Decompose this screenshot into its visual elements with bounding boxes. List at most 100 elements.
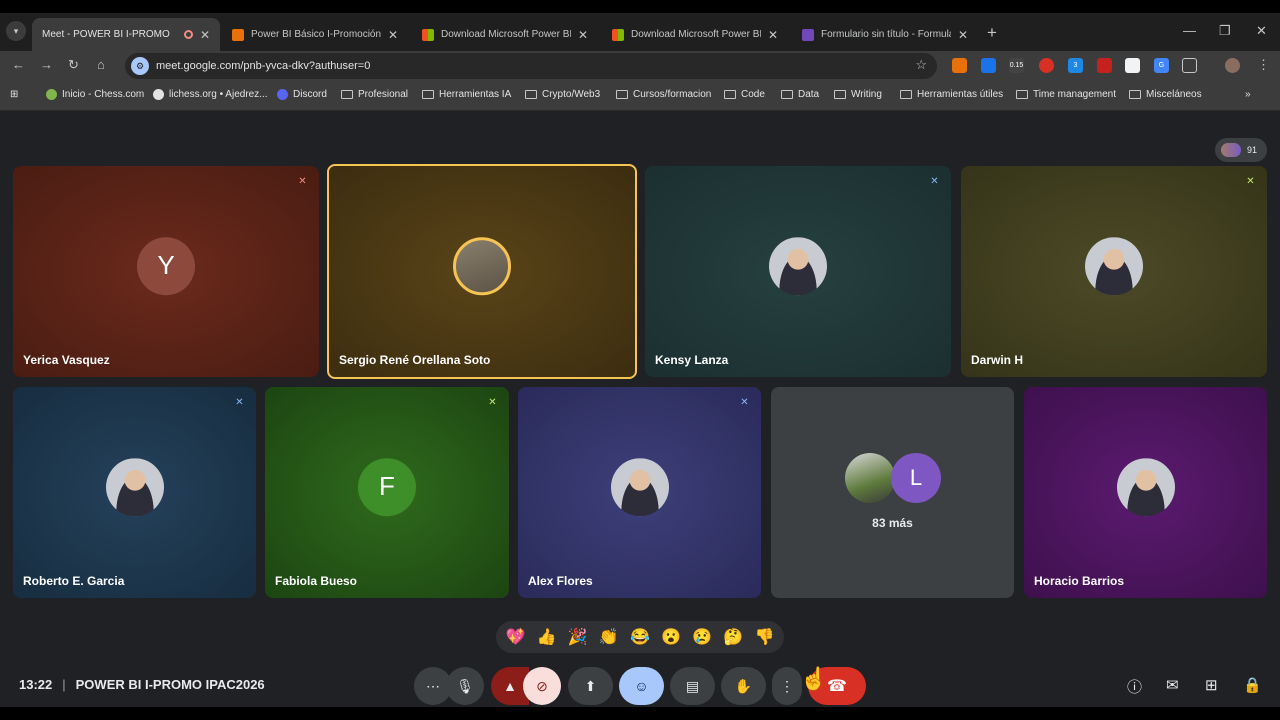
folder-icon: [1129, 90, 1141, 99]
profile-avatar[interactable]: [1225, 58, 1240, 73]
tab-search-icon[interactable]: ▾: [6, 21, 26, 41]
menu-kebab-icon[interactable]: ⋮: [1257, 57, 1270, 73]
tab-strip: ▾ Meet - POWER BI I-PROMO ✕ Power BI Bás…: [0, 13, 1280, 707]
more-bookmarks-icon[interactable]: »: [1245, 89, 1251, 100]
captions-button[interactable]: ▤: [670, 667, 715, 705]
close-icon[interactable]: ✕: [958, 28, 968, 42]
participant-tile[interactable]: ✕ Alex Flores: [518, 387, 761, 598]
reaction-thumbs-up[interactable]: 👍: [537, 627, 557, 647]
microphone-button[interactable]: 🎙: [446, 667, 484, 705]
bookmark-label: Code: [741, 89, 765, 100]
reactions-bar: 💖 👍 🎉 👏 😂 😮 😢 🤔 👎: [496, 621, 784, 653]
extension-heart-icon[interactable]: [1097, 58, 1112, 73]
bookmark-discord[interactable]: Discord: [277, 89, 327, 100]
reactions-button[interactable]: ☺: [619, 667, 664, 705]
extension-stop-icon[interactable]: [1039, 58, 1054, 73]
course-favicon-icon: [232, 28, 244, 41]
bookmark-label: Cursos/formacion: [633, 89, 712, 100]
bookmarks-bar: ⊞ Inicio - Chess.com lichess.org • Ajedr…: [0, 81, 1280, 111]
emoji-icon: ☺: [634, 678, 649, 694]
avatar: [1116, 457, 1175, 516]
raise-hand-button[interactable]: ✋: [721, 667, 766, 705]
mic-icon: 🎙: [456, 677, 474, 694]
meeting-details-icon[interactable]: ⓘ: [1127, 676, 1142, 697]
participant-tile[interactable]: ✕ Roberto E. Garcia: [13, 387, 256, 598]
bookmark-folder-crypto[interactable]: Crypto/Web3: [525, 89, 600, 100]
close-icon[interactable]: ✕: [768, 28, 778, 42]
participant-tile[interactable]: ✕ Darwin H: [961, 166, 1267, 377]
reaction-thinking[interactable]: 🤔: [723, 627, 743, 647]
tab-meet[interactable]: Meet - POWER BI I-PROMO ✕: [32, 18, 1280, 707]
more-options-button[interactable]: ⋮: [772, 667, 802, 705]
participant-tile[interactable]: ✕ Kensy Lanza: [645, 166, 951, 377]
bookmark-folder-data[interactable]: Data: [781, 89, 819, 100]
address-bar[interactable]: ⚙ meet.google.com/pnb-yvca-dkv?authuser=…: [125, 53, 937, 79]
forward-icon[interactable]: →: [40, 57, 53, 72]
folder-icon: [341, 90, 353, 99]
host-controls-icon[interactable]: 🔒: [1243, 676, 1262, 694]
participant-tile-active-speaker[interactable]: Sergio René Orellana Soto: [327, 164, 637, 379]
close-window-icon[interactable]: ✕: [1256, 23, 1267, 39]
tab-powerbi-basico[interactable]: Power BI Básico I-Promoción IP ✕: [222, 18, 408, 51]
bookmark-label: Herramientas útiles: [917, 89, 1004, 100]
bookmark-folder-herramientas-ia[interactable]: Herramientas IA: [422, 89, 511, 100]
extension-fox-icon[interactable]: [952, 58, 967, 73]
participants-chip[interactable]: 91: [1215, 138, 1267, 162]
reaction-surprised[interactable]: 😮: [661, 627, 681, 647]
bookmark-lichess[interactable]: lichess.org • Ajedrez...: [153, 89, 268, 100]
home-icon[interactable]: ⌂: [97, 57, 105, 72]
bookmark-star-icon[interactable]: ☆: [915, 57, 927, 73]
camera-off-button[interactable]: ⊘: [523, 667, 561, 705]
bookmark-chess[interactable]: Inicio - Chess.com: [46, 89, 144, 100]
reload-icon[interactable]: ↻: [68, 57, 79, 73]
participant-tile[interactable]: ✕ Y Yerica Vasquez: [13, 166, 319, 377]
participant-tile[interactable]: ✕ F Fabiola Bueso: [265, 387, 509, 598]
extension-speed-icon[interactable]: 0.15: [1009, 58, 1024, 73]
close-icon[interactable]: ✕: [388, 28, 398, 42]
activities-grid-icon[interactable]: ⊞: [1205, 676, 1218, 694]
tab-download-2[interactable]: Download Microsoft Power BI D ✕: [602, 18, 788, 51]
new-tab-icon[interactable]: +: [987, 23, 997, 43]
restore-icon[interactable]: ❐: [1219, 23, 1231, 39]
chat-icon[interactable]: ✉: [1166, 676, 1179, 694]
reaction-sad[interactable]: 😢: [692, 627, 712, 647]
site-info-icon[interactable]: ⚙: [131, 57, 149, 75]
participant-name: Kensy Lanza: [655, 353, 729, 367]
present-screen-button[interactable]: ⬆: [568, 667, 613, 705]
close-icon[interactable]: ✕: [578, 28, 588, 42]
avatar: [845, 453, 895, 503]
tab-forms[interactable]: Formulario sin título - Formular ✕: [792, 18, 978, 51]
minimize-icon[interactable]: —: [1183, 23, 1196, 38]
bookmark-folder-miscelaneos[interactable]: Misceláneos: [1129, 89, 1202, 100]
reaction-clapping[interactable]: 👏: [599, 627, 619, 647]
participant-name: Sergio René Orellana Soto: [339, 353, 491, 367]
extension-puzzle-blue-icon[interactable]: 3: [1068, 58, 1083, 73]
reaction-thumbs-down[interactable]: 👎: [754, 627, 774, 647]
bookmark-folder-profesional[interactable]: Profesional: [341, 89, 408, 100]
reaction-joy[interactable]: 😂: [630, 627, 650, 647]
participant-name: Yerica Vasquez: [23, 353, 110, 367]
bookmark-folder-writing[interactable]: Writing: [834, 89, 882, 100]
more-participants-tile[interactable]: L 83 más: [771, 387, 1014, 598]
bookmark-folder-herramientas-utiles[interactable]: Herramientas útiles: [900, 89, 1003, 100]
extension-shield-icon[interactable]: [981, 58, 996, 73]
bookmark-folder-code[interactable]: Code: [724, 89, 765, 100]
close-icon[interactable]: ✕: [200, 28, 210, 42]
participant-name: Fabiola Bueso: [275, 574, 358, 588]
participant-tile[interactable]: Horacio Barrios: [1024, 387, 1267, 598]
back-icon[interactable]: ←: [12, 57, 25, 72]
extension-white-icon[interactable]: [1125, 58, 1140, 73]
reaction-sparkling-heart[interactable]: 💖: [506, 627, 526, 647]
apps-grid-icon[interactable]: ⊞: [10, 89, 18, 100]
extensions-puzzle-icon[interactable]: [1182, 58, 1197, 73]
tab-title: Download Microsoft Power BI D: [441, 29, 571, 40]
reaction-party-popper[interactable]: 🎉: [568, 627, 588, 647]
folder-icon: [616, 90, 628, 99]
bookmark-folder-time[interactable]: Time management: [1016, 89, 1116, 100]
chess-icon: [46, 89, 57, 100]
tab-download-1[interactable]: Download Microsoft Power BI D ✕: [412, 18, 598, 51]
translate-icon[interactable]: G: [1154, 58, 1169, 73]
bookmark-folder-cursos[interactable]: Cursos/formacion: [616, 89, 711, 100]
tab-title: Meet - POWER BI I-PROMO: [42, 29, 170, 40]
discord-icon: [277, 89, 288, 100]
